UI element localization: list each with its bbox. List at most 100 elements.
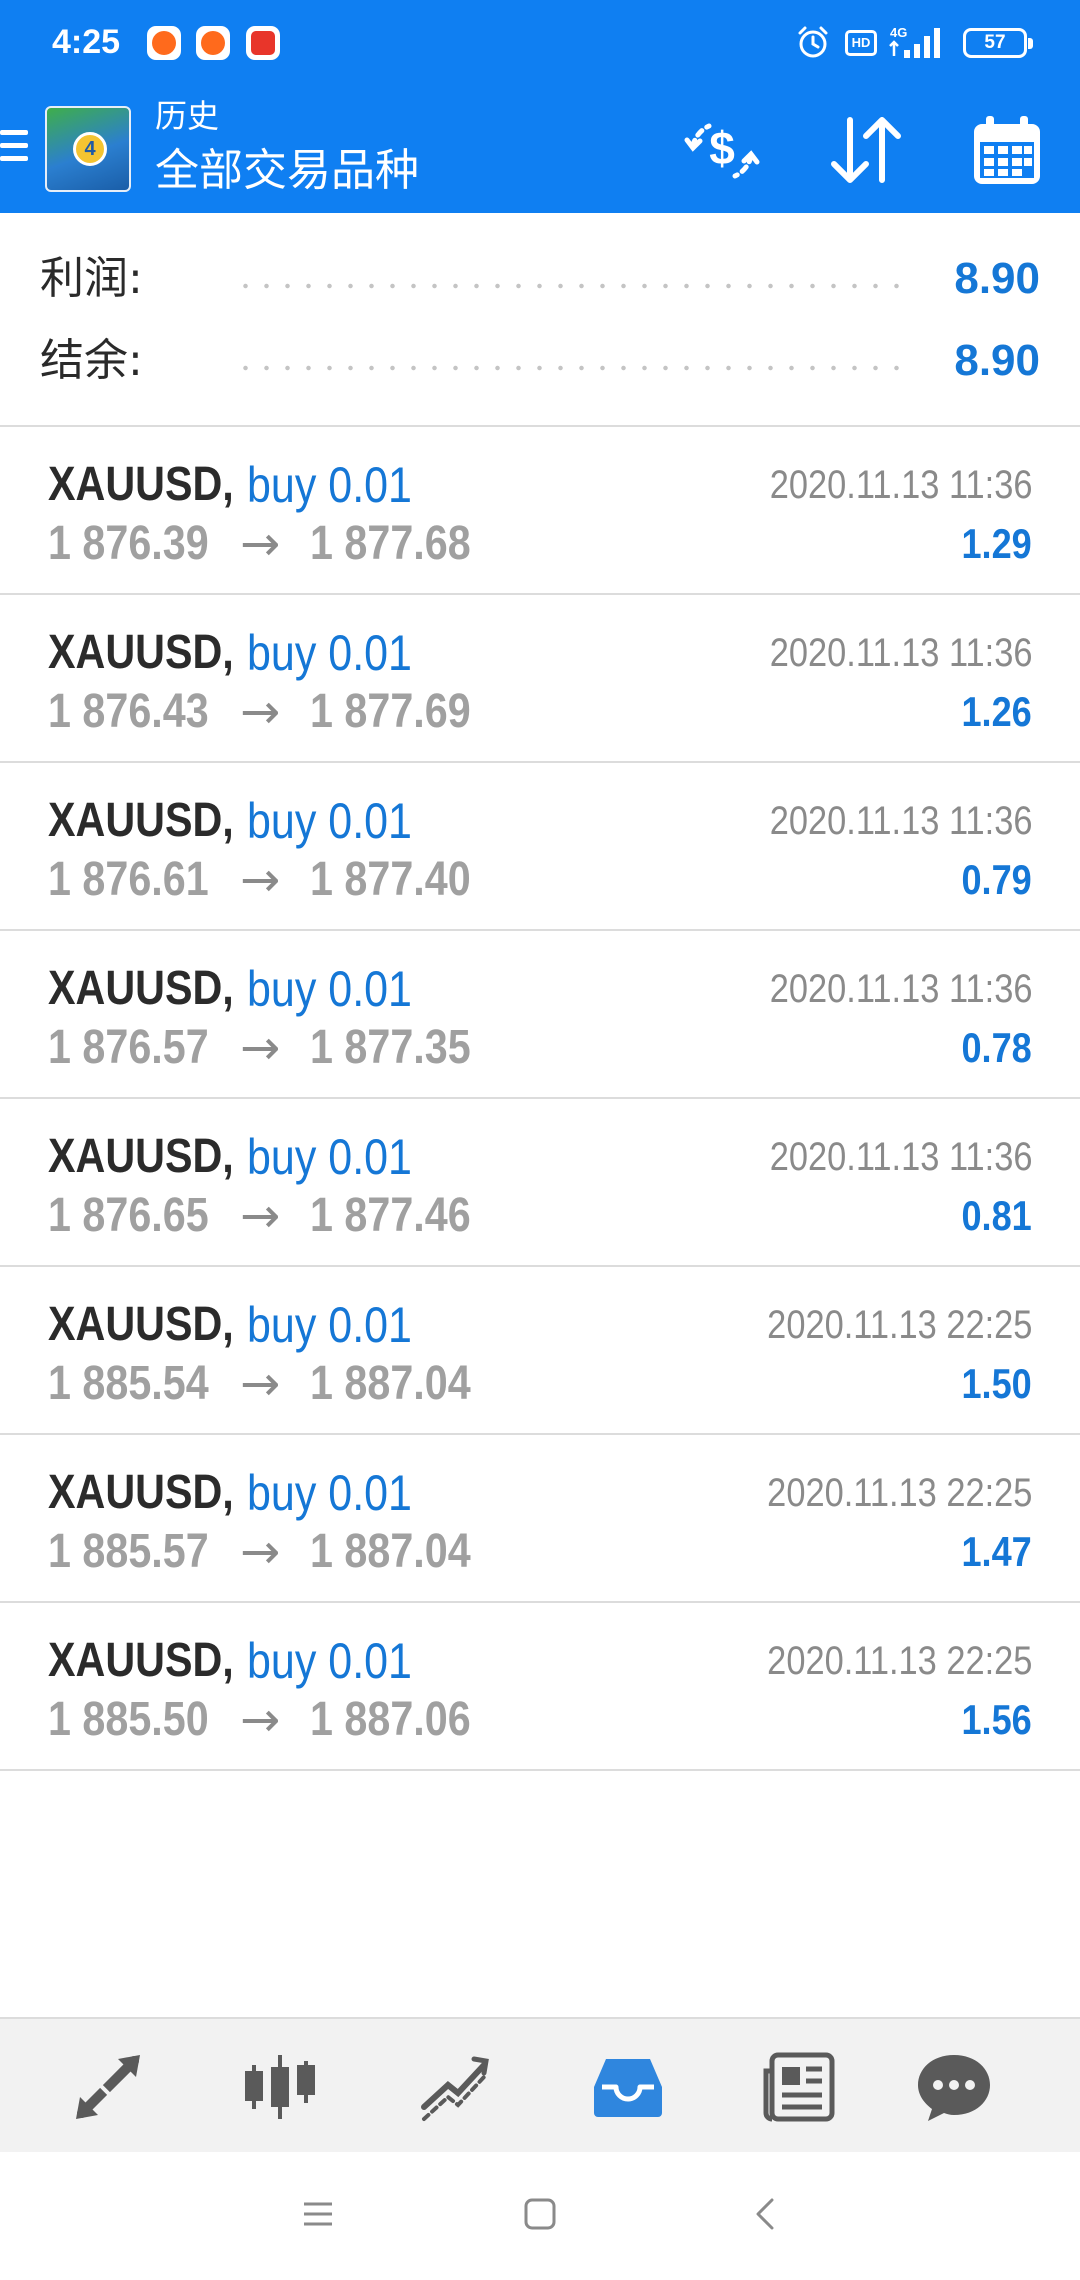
close-price: 1 877.40 xyxy=(310,853,471,906)
trade-time: 2020.11.13 22:25 xyxy=(766,1639,1032,1683)
trade-symbol: XAUUSD, xyxy=(48,626,234,679)
balance-row: 结余: 8.90 xyxy=(0,321,1080,401)
summary-panel: 利润: 8.90 结余: 8.90 xyxy=(0,213,1080,427)
balance-label: 结余: xyxy=(40,335,143,386)
dotted-leader xyxy=(235,365,907,371)
trade-time: 2020.11.13 11:36 xyxy=(769,799,1032,843)
calendar-icon[interactable] xyxy=(962,106,1052,196)
news-icon[interactable] xyxy=(760,2047,840,2127)
signal-icon: 4G xyxy=(889,25,940,58)
close-price: 1 877.35 xyxy=(310,1021,471,1074)
close-price: 1 887.04 xyxy=(310,1525,471,1578)
price-arrow: → xyxy=(240,1524,281,1580)
open-price: 1 876.65 xyxy=(48,1189,209,1242)
close-price: 1 877.69 xyxy=(310,685,471,738)
trade-symbol: XAUUSD, xyxy=(48,962,234,1015)
hamburger-menu-icon[interactable] xyxy=(0,126,30,166)
page-subtitle: 历史 xyxy=(155,97,220,135)
open-price: 1 876.61 xyxy=(48,853,209,906)
open-price: 1 876.39 xyxy=(48,517,209,570)
chat-bubble-icon[interactable] xyxy=(914,2047,994,2127)
trade-row[interactable]: XAUUSD, buy 0.01 1 876.57 → 1 877.35 202… xyxy=(0,931,1080,1099)
trade-side-volume: buy 0.01 xyxy=(247,961,412,1017)
trade-profit: 0.78 xyxy=(961,1024,1032,1071)
trend-lines-icon[interactable] xyxy=(414,2047,494,2127)
alarm-icon xyxy=(798,26,828,58)
back-icon[interactable] xyxy=(744,2192,788,2236)
close-price: 1 877.46 xyxy=(310,1189,471,1242)
trade-symbol: XAUUSD, xyxy=(48,458,234,511)
battery-indicator: 57 xyxy=(963,28,1033,58)
trade-row[interactable]: XAUUSD, buy 0.01 1 885.54 → 1 887.04 202… xyxy=(0,1267,1080,1435)
bottom-navigation xyxy=(0,2017,1080,2152)
candlestick-chart-icon[interactable] xyxy=(240,2047,320,2127)
profit-value: 8.90 xyxy=(954,254,1040,303)
trade-arrows-icon[interactable] xyxy=(68,2047,148,2127)
profit-row: 利润: 8.90 xyxy=(0,239,1080,319)
trade-row[interactable]: XAUUSD, buy 0.01 1 876.61 → 1 877.40 202… xyxy=(0,763,1080,931)
trade-side-volume: buy 0.01 xyxy=(247,457,412,513)
metatrader-logo[interactable]: 4 xyxy=(45,106,131,192)
price-arrow: → xyxy=(240,1356,281,1412)
profit-label: 利润: xyxy=(40,253,143,304)
status-bar: 4:25 HD 4G 57 xyxy=(0,0,1080,86)
close-price: 1 877.68 xyxy=(310,517,471,570)
balance-value: 8.90 xyxy=(954,336,1040,385)
trade-time: 2020.11.13 22:25 xyxy=(766,1471,1032,1515)
trade-profit: 1.50 xyxy=(961,1360,1032,1407)
currency-exchange-icon[interactable]: $ xyxy=(677,106,767,196)
app-header: 4:25 HD 4G 57 4 历史 全部交易品种 $ xyxy=(0,0,1080,213)
trade-row[interactable]: XAUUSD, buy 0.01 1 876.43 → 1 877.69 202… xyxy=(0,595,1080,763)
trade-side-volume: buy 0.01 xyxy=(247,1297,412,1353)
open-price: 1 885.54 xyxy=(48,1357,209,1410)
trade-row[interactable]: XAUUSD, buy 0.01 1 876.39 → 1 877.68 202… xyxy=(0,427,1080,595)
network-type-label: 4G xyxy=(890,25,907,40)
recent-apps-icon[interactable] xyxy=(296,2192,340,2236)
trade-time: 2020.11.13 22:25 xyxy=(766,1303,1032,1347)
price-arrow: → xyxy=(240,516,281,572)
trade-symbol: XAUUSD, xyxy=(48,1634,234,1687)
trade-row[interactable]: XAUUSD, buy 0.01 1 876.65 → 1 877.46 202… xyxy=(0,1099,1080,1267)
sort-icon[interactable] xyxy=(820,106,910,196)
trade-history-list: XAUUSD, buy 0.01 1 876.39 → 1 877.68 202… xyxy=(0,427,1080,1771)
trade-symbol: XAUUSD, xyxy=(48,794,234,847)
price-arrow: → xyxy=(240,684,281,740)
app-bar: 4 历史 全部交易品种 $ xyxy=(0,86,1080,213)
notification-app-icon xyxy=(246,26,280,60)
trade-time: 2020.11.13 11:36 xyxy=(769,631,1032,675)
close-price: 1 887.04 xyxy=(310,1357,471,1410)
home-icon[interactable] xyxy=(518,2192,562,2236)
price-arrow: → xyxy=(240,1020,281,1076)
trade-side-volume: buy 0.01 xyxy=(247,1465,412,1521)
open-price: 1 885.57 xyxy=(48,1525,209,1578)
trade-profit: 1.26 xyxy=(961,688,1032,735)
trade-symbol: XAUUSD, xyxy=(48,1466,234,1519)
trade-symbol: XAUUSD, xyxy=(48,1298,234,1351)
trade-row[interactable]: XAUUSD, buy 0.01 1 885.57 → 1 887.04 202… xyxy=(0,1435,1080,1603)
trade-profit: 1.56 xyxy=(961,1696,1032,1743)
close-price: 1 887.06 xyxy=(310,1693,471,1746)
symbol-filter-title[interactable]: 全部交易品种 xyxy=(155,142,419,200)
status-time: 4:25 xyxy=(52,23,121,61)
logo-badge: 4 xyxy=(73,132,107,166)
open-price: 1 876.43 xyxy=(48,685,209,738)
inbox-tray-icon[interactable] xyxy=(588,2047,668,2127)
open-price: 1 876.57 xyxy=(48,1021,209,1074)
system-navigation-bar xyxy=(0,2152,1080,2280)
open-price: 1 885.50 xyxy=(48,1693,209,1746)
svg-text:$: $ xyxy=(709,122,735,174)
trade-profit: 0.81 xyxy=(961,1192,1032,1239)
trade-side-volume: buy 0.01 xyxy=(247,1129,412,1185)
price-arrow: → xyxy=(240,1188,281,1244)
trade-side-volume: buy 0.01 xyxy=(247,1633,412,1689)
trade-profit: 1.47 xyxy=(961,1528,1032,1575)
price-arrow: → xyxy=(240,852,281,908)
trade-profit: 0.79 xyxy=(961,856,1032,903)
trade-profit: 1.29 xyxy=(961,520,1032,567)
trade-time: 2020.11.13 11:36 xyxy=(769,967,1032,1011)
trade-time: 2020.11.13 11:36 xyxy=(769,463,1032,507)
hd-icon: HD xyxy=(845,30,877,56)
dotted-leader xyxy=(235,283,907,289)
trade-time: 2020.11.13 11:36 xyxy=(769,1135,1032,1179)
trade-row[interactable]: XAUUSD, buy 0.01 1 885.50 → 1 887.06 202… xyxy=(0,1603,1080,1771)
